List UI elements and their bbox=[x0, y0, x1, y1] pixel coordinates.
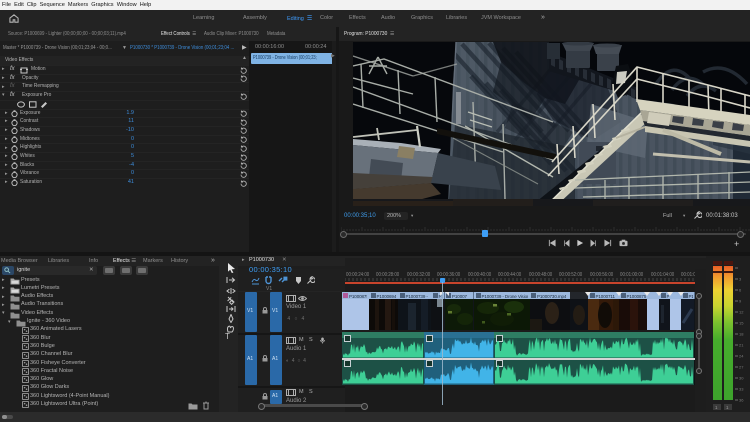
svg-text:30: 30 bbox=[739, 376, 744, 381]
svg-text:6: 6 bbox=[739, 288, 742, 293]
svg-text:15: 15 bbox=[739, 321, 744, 326]
svg-text:12: 12 bbox=[739, 310, 744, 315]
svg-text:33: 33 bbox=[739, 387, 744, 392]
svg-text:24: 24 bbox=[739, 354, 744, 359]
svg-text:18: 18 bbox=[739, 332, 744, 337]
svg-text:27: 27 bbox=[739, 365, 744, 370]
svg-text:21: 21 bbox=[739, 343, 744, 348]
svg-text:36: 36 bbox=[739, 398, 744, 403]
svg-text:9: 9 bbox=[739, 299, 742, 304]
svg-text:3: 3 bbox=[739, 277, 742, 282]
